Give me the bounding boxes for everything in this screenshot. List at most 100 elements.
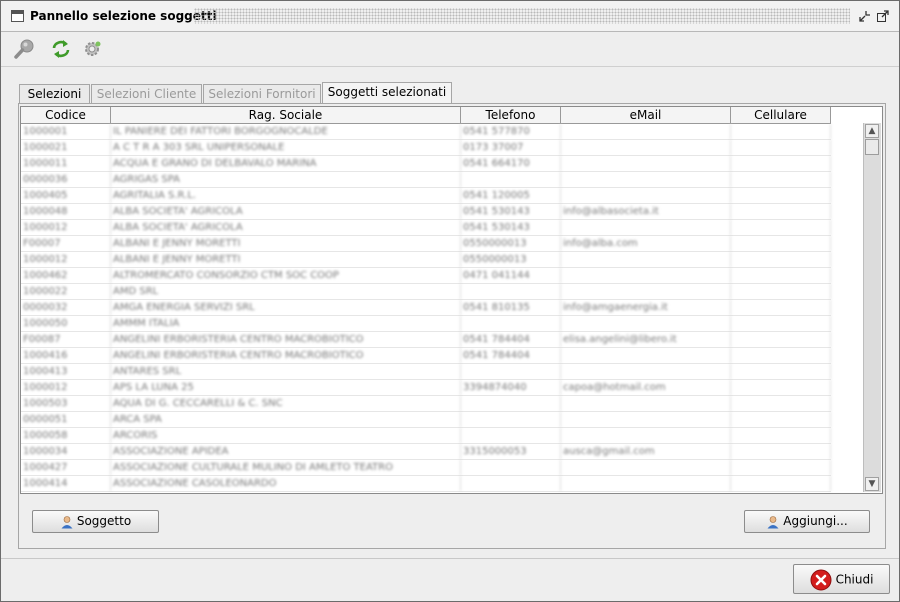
column-header-codice[interactable]: Codice (21, 107, 111, 123)
maximize-icon[interactable] (876, 9, 890, 23)
cell-rag-sociale: AGRITALIA S.R.L. (111, 188, 461, 203)
cell-cellulare (731, 460, 831, 475)
user-icon (61, 515, 73, 528)
chiudi-button[interactable]: Chiudi (793, 564, 890, 594)
cell-rag-sociale: APS LA LUNA 25 (111, 380, 461, 395)
column-header-telefono[interactable]: Telefono (461, 107, 561, 123)
cell-rag-sociale: ANTARES SRL (111, 364, 461, 379)
cell-telefono: 0541 664170 (461, 156, 561, 171)
cell-rag-sociale: AMMM ITALIA (111, 316, 461, 331)
cell-codice: 0000051 (21, 412, 111, 427)
title-bar[interactable]: Pannello selezione soggetti (1, 1, 899, 32)
column-header-rag-sociale[interactable]: Rag. Sociale (111, 107, 461, 123)
table-row[interactable]: 1000001 IL PANIERE DEI FATTORI BORGOGNOCA… (21, 124, 831, 140)
search-icon[interactable] (13, 38, 37, 60)
column-header-email[interactable]: eMail (561, 107, 731, 123)
cell-telefono (461, 428, 561, 443)
cell-cellulare (731, 396, 831, 411)
table-row[interactable]: 1000012 ALBANI E JENNY MORETTI 0550000013 (21, 252, 831, 268)
table-row[interactable]: 0000032 AMGA ENERGIA SERVIZI SRL 0541 8101… (21, 300, 831, 316)
table-row[interactable]: 1000503 AQUA DI G. CECCARELLI & C. SNC (21, 396, 831, 412)
aggiungi-button[interactable]: Aggiungi... (744, 510, 870, 533)
cell-telefono: 0550000013 (461, 236, 561, 251)
subjects-table[interactable]: Codice Rag. Sociale Telefono eMail Cellu… (20, 106, 883, 494)
cell-cellulare (731, 188, 831, 203)
refresh-icon[interactable] (50, 38, 74, 60)
scroll-up-icon[interactable]: ▲ (865, 124, 879, 138)
table-row[interactable]: 0000051 ARCA SPA (21, 412, 831, 428)
separator (1, 558, 899, 559)
table-row[interactable]: F00087 ANGELINI ERBORISTERIA CENTRO MACRO… (21, 332, 831, 348)
tab-selezioni-cliente[interactable]: Selezioni Cliente (91, 84, 202, 103)
scroll-down-icon[interactable]: ▼ (865, 477, 879, 491)
cell-cellulare (731, 300, 831, 315)
table-body: 1000001 IL PANIERE DEI FATTORI BORGOGNOCA… (21, 124, 831, 492)
cell-telefono: 0471 041144 (461, 268, 561, 283)
table-row[interactable]: 1000416 ANGELINI ERBORISTERIA CENTRO MACR… (21, 348, 831, 364)
cell-codice: 1000503 (21, 396, 111, 411)
table-row[interactable]: 1000427 ASSOCIAZIONE CULTURALE MULINO DI … (21, 460, 831, 476)
cell-cellulare (731, 444, 831, 459)
table-row[interactable]: 1000058 ARCORIS (21, 428, 831, 444)
cell-telefono (461, 284, 561, 299)
table-row[interactable]: 1000048 ALBA SOCIETA' AGRICOLA 0541 530143… (21, 204, 831, 220)
cell-codice: F00007 (21, 236, 111, 251)
table-row[interactable]: 1000462 ALTROMERCATO CONSORZIO CTM SOC CO… (21, 268, 831, 284)
table-row[interactable]: 1000414 ASSOCIAZIONE CASOLEONARDO (21, 476, 831, 492)
cell-email (561, 140, 731, 155)
table-row[interactable]: 1000012 APS LA LUNA 25 3394874040 capoa@hot… (21, 380, 831, 396)
cell-rag-sociale: A C T R A 303 SRL UNIPERSONALE (111, 140, 461, 155)
table-row[interactable]: 1000022 AMD SRL (21, 284, 831, 300)
cell-email (561, 284, 731, 299)
cell-email (561, 476, 731, 491)
cell-rag-sociale: ALBANI E JENNY MORETTI (111, 236, 461, 251)
cell-telefono (461, 396, 561, 411)
soggetto-button[interactable]: Soggetto (32, 510, 159, 533)
minimize-icon[interactable] (858, 9, 872, 23)
cell-email (561, 412, 731, 427)
cell-email: ausca@gmail.com (561, 444, 731, 459)
tab-soggetti-selezionati[interactable]: Soggetti selezionati (322, 82, 452, 104)
table-row[interactable]: 1000034 ASSOCIAZIONE APIDEA 3315000053 ausc… (21, 444, 831, 460)
table-row[interactable]: 0000036 AGRIGAS SPA (21, 172, 831, 188)
cell-rag-sociale: ACQUA E GRANO DI DELBAVALO MARINA (111, 156, 461, 171)
tab-selezioni-fornitori[interactable]: Selezioni Fornitori (203, 84, 321, 103)
cell-telefono (461, 172, 561, 187)
window-icon (11, 10, 24, 22)
cell-rag-sociale: ALTROMERCATO CONSORZIO CTM SOC COOP (111, 268, 461, 283)
cell-codice: 1000021 (21, 140, 111, 155)
cell-email (561, 460, 731, 475)
cell-codice: 1000462 (21, 268, 111, 283)
tab-selezioni[interactable]: Selezioni (19, 84, 90, 103)
cell-cellulare (731, 412, 831, 427)
table-row[interactable]: 1000413 ANTARES SRL (21, 364, 831, 380)
cell-cellulare (731, 428, 831, 443)
table-row[interactable]: F00007 ALBANI E JENNY MORETTI 0550000013 in… (21, 236, 831, 252)
cell-email (561, 172, 731, 187)
cell-email (561, 220, 731, 235)
cell-rag-sociale: AGRIGAS SPA (111, 172, 461, 187)
table-row[interactable]: 1000012 ALBA SOCIETA' AGRICOLA 0541 530143 (21, 220, 831, 236)
table-row[interactable]: 1000021 A C T R A 303 SRL UNIPERSONALE 017… (21, 140, 831, 156)
cell-telefono: 0550000013 (461, 252, 561, 267)
table-row[interactable]: 1000011 ACQUA E GRANO DI DELBAVALO MARINA… (21, 156, 831, 172)
table-row[interactable]: 1000405 AGRITALIA S.R.L. 0541 120005 (21, 188, 831, 204)
cell-email: elisa.angelini@libero.it (561, 332, 731, 347)
vertical-scrollbar[interactable]: ▲ ▼ (863, 123, 881, 492)
cell-codice: 1000022 (21, 284, 111, 299)
cell-codice: 1000034 (21, 444, 111, 459)
cell-telefono: 0541 577870 (461, 124, 561, 139)
cell-email (561, 268, 731, 283)
settings-icon[interactable] (81, 38, 105, 60)
cell-cellulare (731, 124, 831, 139)
cell-cellulare (731, 252, 831, 267)
cell-codice: 1000011 (21, 156, 111, 171)
cell-codice: 1000048 (21, 204, 111, 219)
scroll-thumb[interactable] (865, 139, 879, 155)
cell-telefono: 3315000053 (461, 444, 561, 459)
table-row[interactable]: 1000050 AMMM ITALIA (21, 316, 831, 332)
cell-rag-sociale: AMGA ENERGIA SERVIZI SRL (111, 300, 461, 315)
column-header-cellulare[interactable]: Cellulare (731, 107, 831, 123)
cell-email: info@amgaenergia.it (561, 300, 731, 315)
cell-cellulare (731, 204, 831, 219)
